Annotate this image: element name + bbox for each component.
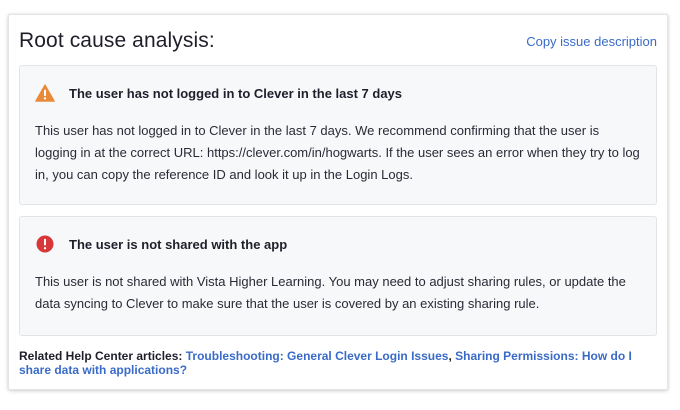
page-title: Root cause analysis: (19, 29, 215, 52)
error-circle-icon (35, 234, 55, 254)
issue-header: The user is not shared with the app (35, 234, 287, 254)
issue-description: This user has not logged in to Clever in… (35, 123, 640, 182)
related-help-articles: Related Help Center articles: Troublesho… (19, 349, 659, 377)
issue-panel-not-logged-in: The user has not logged in to Clever in … (19, 65, 657, 205)
issue-header: The user has not logged in to Clever in … (35, 83, 402, 103)
card-header: Root cause analysis: Copy issue descript… (19, 29, 657, 55)
help-article-link-login-issues[interactable]: Troubleshooting: General Clever Login Is… (186, 349, 449, 363)
issue-title: The user is not shared with the app (69, 236, 288, 252)
issue-description: This user is not shared with Vista Highe… (35, 274, 626, 311)
link-separator: , (448, 349, 452, 363)
issue-panel-not-shared: The user is not shared with the app This… (19, 216, 657, 336)
issue-title: The user has not logged in to Clever in … (69, 85, 403, 101)
copy-issue-description-link[interactable]: Copy issue description (526, 34, 657, 49)
root-cause-analysis-card: Root cause analysis: Copy issue descript… (8, 14, 668, 390)
warning-triangle-icon (35, 83, 55, 103)
related-articles-label: Related Help Center articles: (19, 349, 183, 363)
